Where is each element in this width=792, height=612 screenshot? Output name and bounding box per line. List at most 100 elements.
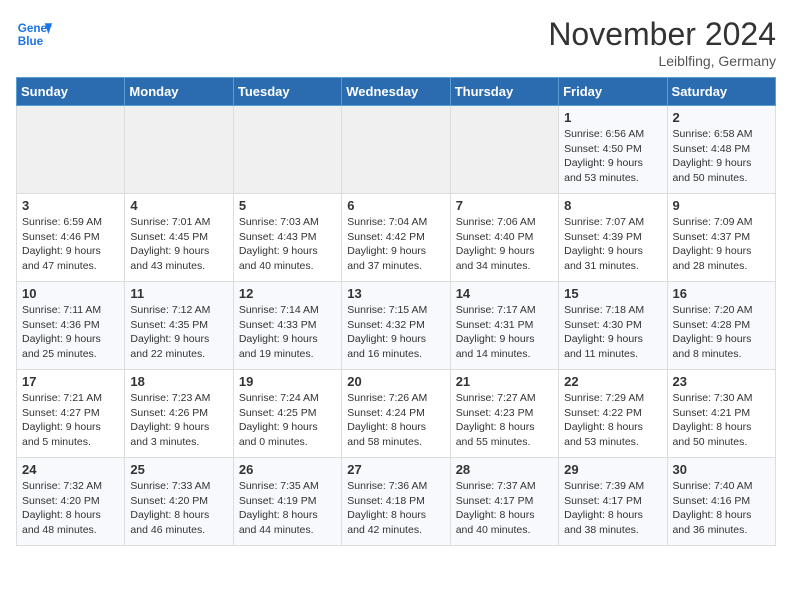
calendar-cell bbox=[450, 106, 558, 194]
calendar-cell bbox=[17, 106, 125, 194]
day-header-saturday: Saturday bbox=[667, 78, 775, 106]
calendar-cell: 4Sunrise: 7:01 AMSunset: 4:45 PMDaylight… bbox=[125, 194, 233, 282]
calendar-cell: 15Sunrise: 7:18 AMSunset: 4:30 PMDayligh… bbox=[559, 282, 667, 370]
logo: General Blue bbox=[16, 16, 52, 52]
cell-info: Sunrise: 7:12 AMSunset: 4:35 PMDaylight:… bbox=[130, 303, 227, 362]
day-number: 21 bbox=[456, 374, 553, 389]
logo-icon: General Blue bbox=[16, 16, 52, 52]
calendar-cell: 21 Sunrise: 7:27 AMSunset: 4:23 PMDayligh… bbox=[450, 370, 558, 458]
day-number: 29 bbox=[564, 462, 661, 477]
cell-info: Sunrise: 7:30 AMSunset: 4:21 PMDaylight:… bbox=[673, 391, 770, 450]
day-header-sunday: Sunday bbox=[17, 78, 125, 106]
cell-info: Sunrise: 7:23 AMSunset: 4:26 PMDaylight:… bbox=[130, 391, 227, 450]
cell-info: Sunrise: 7:04 AMSunset: 4:42 PMDaylight:… bbox=[347, 215, 444, 274]
day-header-friday: Friday bbox=[559, 78, 667, 106]
calendar-cell: 26 Sunrise: 7:35 AMSunset: 4:19 PMDayligh… bbox=[233, 458, 341, 546]
day-number: 3 bbox=[22, 198, 119, 213]
day-number: 17 bbox=[22, 374, 119, 389]
day-number: 24 bbox=[22, 462, 119, 477]
calendar-cell: 8 Sunrise: 7:07 AMSunset: 4:39 PMDaylight… bbox=[559, 194, 667, 282]
calendar-cell: 22 Sunrise: 7:29 AMSunset: 4:22 PMDayligh… bbox=[559, 370, 667, 458]
day-header-thursday: Thursday bbox=[450, 78, 558, 106]
cell-info: Sunrise: 6:59 AMSunset: 4:46 PMDaylight:… bbox=[22, 215, 119, 274]
day-number: 27 bbox=[347, 462, 444, 477]
calendar-cell: 23 Sunrise: 7:30 AMSunset: 4:21 PMDayligh… bbox=[667, 370, 775, 458]
cell-info: Sunrise: 7:37 AMSunset: 4:17 PMDaylight:… bbox=[456, 479, 553, 538]
day-number: 30 bbox=[673, 462, 770, 477]
week-row-4: 17Sunrise: 7:21 AMSunset: 4:27 PMDayligh… bbox=[17, 370, 776, 458]
day-number: 10 bbox=[22, 286, 119, 301]
day-number: 7 bbox=[456, 198, 553, 213]
calendar-cell: 5Sunrise: 7:03 AMSunset: 4:43 PMDaylight… bbox=[233, 194, 341, 282]
day-header-monday: Monday bbox=[125, 78, 233, 106]
day-number: 16 bbox=[673, 286, 770, 301]
day-number: 15 bbox=[564, 286, 661, 301]
cell-info: Sunrise: 7:29 AMSunset: 4:22 PMDaylight:… bbox=[564, 391, 661, 450]
cell-info: Sunrise: 7:07 AMSunset: 4:39 PMDaylight:… bbox=[564, 215, 661, 274]
day-header-wednesday: Wednesday bbox=[342, 78, 450, 106]
day-number: 19 bbox=[239, 374, 336, 389]
cell-info: Sunrise: 7:40 AMSunset: 4:16 PMDaylight:… bbox=[673, 479, 770, 538]
calendar-cell bbox=[233, 106, 341, 194]
cell-info: Sunrise: 7:33 AMSunset: 4:20 PMDaylight:… bbox=[130, 479, 227, 538]
month-title: November 2024 bbox=[548, 16, 776, 53]
day-number: 9 bbox=[673, 198, 770, 213]
cell-info: Sunrise: 7:15 AMSunset: 4:32 PMDaylight:… bbox=[347, 303, 444, 362]
day-number: 4 bbox=[130, 198, 227, 213]
day-number: 22 bbox=[564, 374, 661, 389]
calendar-cell: 30 Sunrise: 7:40 AMSunset: 4:16 PMDayligh… bbox=[667, 458, 775, 546]
calendar-cell: 27 Sunrise: 7:36 AMSunset: 4:18 PMDayligh… bbox=[342, 458, 450, 546]
day-number: 23 bbox=[673, 374, 770, 389]
calendar-cell bbox=[342, 106, 450, 194]
day-number: 28 bbox=[456, 462, 553, 477]
cell-info: Sunrise: 7:39 AMSunset: 4:17 PMDaylight:… bbox=[564, 479, 661, 538]
cell-info: Sunrise: 7:20 AMSunset: 4:28 PMDaylight:… bbox=[673, 303, 770, 362]
title-block: November 2024 Leiblfing, Germany bbox=[548, 16, 776, 69]
calendar-cell: 18Sunrise: 7:23 AMSunset: 4:26 PMDayligh… bbox=[125, 370, 233, 458]
cell-info: Sunrise: 7:11 AMSunset: 4:36 PMDaylight:… bbox=[22, 303, 119, 362]
week-row-1: 1 Sunrise: 6:56 AMSunset: 4:50 PMDaylight… bbox=[17, 106, 776, 194]
cell-info: Sunrise: 7:06 AMSunset: 4:40 PMDaylight:… bbox=[456, 215, 553, 274]
calendar-table: SundayMondayTuesdayWednesdayThursdayFrid… bbox=[16, 77, 776, 546]
day-number: 14 bbox=[456, 286, 553, 301]
day-number: 8 bbox=[564, 198, 661, 213]
calendar-cell: 20Sunrise: 7:26 AMSunset: 4:24 PMDayligh… bbox=[342, 370, 450, 458]
cell-info: Sunrise: 7:14 AMSunset: 4:33 PMDaylight:… bbox=[239, 303, 336, 362]
cell-info: Sunrise: 6:56 AMSunset: 4:50 PMDaylight:… bbox=[564, 127, 661, 186]
day-number: 2 bbox=[673, 110, 770, 125]
calendar-cell: 29 Sunrise: 7:39 AMSunset: 4:17 PMDayligh… bbox=[559, 458, 667, 546]
page-header: General Blue November 2024 Leiblfing, Ge… bbox=[16, 16, 776, 69]
cell-info: Sunrise: 7:24 AMSunset: 4:25 PMDaylight:… bbox=[239, 391, 336, 450]
calendar-cell: 9 Sunrise: 7:09 AMSunset: 4:37 PMDaylight… bbox=[667, 194, 775, 282]
week-row-5: 24 Sunrise: 7:32 AMSunset: 4:20 PMDayligh… bbox=[17, 458, 776, 546]
header-row: SundayMondayTuesdayWednesdayThursdayFrid… bbox=[17, 78, 776, 106]
cell-info: Sunrise: 6:58 AMSunset: 4:48 PMDaylight:… bbox=[673, 127, 770, 186]
cell-info: Sunrise: 7:32 AMSunset: 4:20 PMDaylight:… bbox=[22, 479, 119, 538]
cell-info: Sunrise: 7:35 AMSunset: 4:19 PMDaylight:… bbox=[239, 479, 336, 538]
day-number: 11 bbox=[130, 286, 227, 301]
day-number: 26 bbox=[239, 462, 336, 477]
calendar-cell: 19 Sunrise: 7:24 AMSunset: 4:25 PMDayligh… bbox=[233, 370, 341, 458]
calendar-cell: 6Sunrise: 7:04 AMSunset: 4:42 PMDaylight… bbox=[342, 194, 450, 282]
calendar-cell: 28 Sunrise: 7:37 AMSunset: 4:17 PMDayligh… bbox=[450, 458, 558, 546]
calendar-cell: 10 Sunrise: 7:11 AMSunset: 4:36 PMDayligh… bbox=[17, 282, 125, 370]
week-row-2: 3 Sunrise: 6:59 AMSunset: 4:46 PMDaylight… bbox=[17, 194, 776, 282]
cell-info: Sunrise: 7:09 AMSunset: 4:37 PMDaylight:… bbox=[673, 215, 770, 274]
day-number: 25 bbox=[130, 462, 227, 477]
day-number: 1 bbox=[564, 110, 661, 125]
calendar-cell: 17Sunrise: 7:21 AMSunset: 4:27 PMDayligh… bbox=[17, 370, 125, 458]
calendar-cell: 25 Sunrise: 7:33 AMSunset: 4:20 PMDayligh… bbox=[125, 458, 233, 546]
day-header-tuesday: Tuesday bbox=[233, 78, 341, 106]
calendar-cell: 7 Sunrise: 7:06 AMSunset: 4:40 PMDaylight… bbox=[450, 194, 558, 282]
cell-info: Sunrise: 7:27 AMSunset: 4:23 PMDaylight:… bbox=[456, 391, 553, 450]
calendar-cell: 2 Sunrise: 6:58 AMSunset: 4:48 PMDaylight… bbox=[667, 106, 775, 194]
day-number: 13 bbox=[347, 286, 444, 301]
calendar-cell: 3 Sunrise: 6:59 AMSunset: 4:46 PMDaylight… bbox=[17, 194, 125, 282]
calendar-cell bbox=[125, 106, 233, 194]
cell-info: Sunrise: 7:36 AMSunset: 4:18 PMDaylight:… bbox=[347, 479, 444, 538]
day-number: 20 bbox=[347, 374, 444, 389]
svg-text:Blue: Blue bbox=[18, 35, 44, 48]
calendar-cell: 1 Sunrise: 6:56 AMSunset: 4:50 PMDaylight… bbox=[559, 106, 667, 194]
cell-info: Sunrise: 7:03 AMSunset: 4:43 PMDaylight:… bbox=[239, 215, 336, 274]
location: Leiblfing, Germany bbox=[548, 53, 776, 69]
